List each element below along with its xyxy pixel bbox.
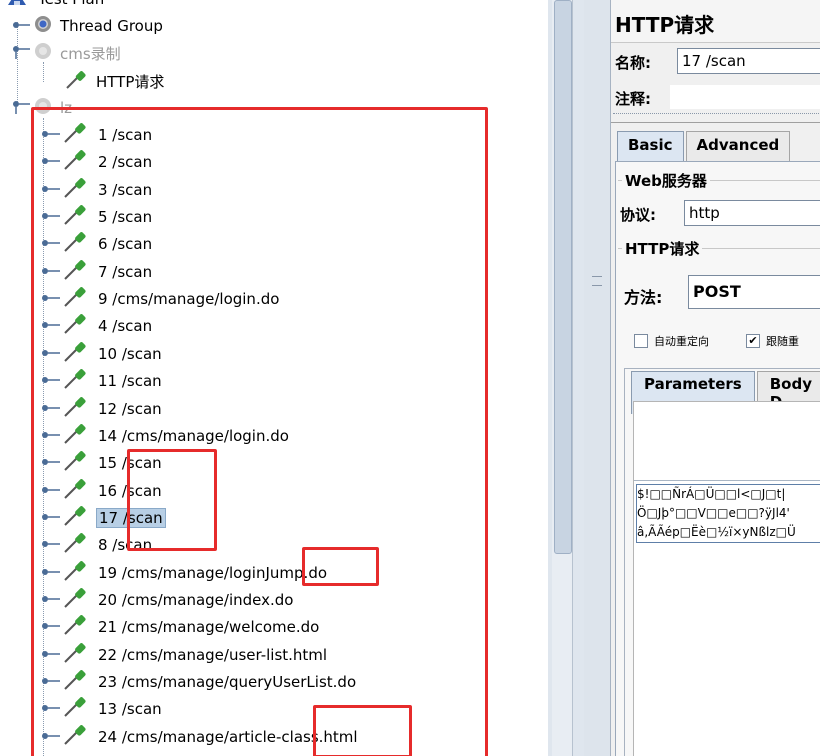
panel-header: HTTP请求 <box>611 0 820 43</box>
body-data-text[interactable]: $!□□ÑrÁ□Ü□□l<□J□t| Ö□Jþ°□□V□□e□□?ÿJl4' â… <box>636 484 820 543</box>
redirect-checkbox[interactable] <box>634 334 648 348</box>
divider-grip-icon <box>592 276 602 286</box>
highlight-box <box>31 107 488 756</box>
tree-node-thread-group[interactable]: Thread Group <box>12 15 165 37</box>
expanded-handle-icon[interactable] <box>12 43 32 63</box>
test-plan-icon <box>4 0 30 11</box>
tab-basic[interactable]: Basic <box>617 131 684 161</box>
http-request-panel: HTTP请求 名称: 17 /scan 注释: Basic Advanced W… <box>610 0 820 756</box>
tree-scrollbar-thumb[interactable] <box>554 0 572 554</box>
highlight-box <box>127 449 217 551</box>
collapse-bar[interactable] <box>613 113 820 119</box>
protocol-field[interactable]: http <box>684 200 820 226</box>
tab-advanced[interactable]: Advanced <box>685 131 791 161</box>
tree-node-label: HTTP请求 <box>96 72 165 91</box>
redirect-checkbox-row[interactable]: 自动重定向 <box>634 333 709 349</box>
body-data-area[interactable]: $!□□ÑrÁ□Ü□□l<□J□t| Ö□Jþ°□□V□□e□□?ÿJl4' â… <box>633 401 820 756</box>
highlight-box <box>302 547 379 586</box>
tree-node-recorder[interactable]: cms录制 <box>12 42 123 64</box>
disabled-gear-icon <box>32 40 58 66</box>
follow-checkbox-label: 跟随重 <box>766 335 799 348</box>
tree-node-root[interactable]: Test Plan <box>4 0 106 10</box>
divider-bar[interactable] <box>584 0 610 756</box>
comment-label: 注释: <box>615 90 651 108</box>
body-line: $!□□ÑrÁ□Ü□□l<□J□t| <box>637 487 786 501</box>
follow-checkbox-row[interactable]: ✔ 跟随重 <box>746 333 799 349</box>
config-tabs: Basic Advanced Web服务器 协议: http HTTP请求 方法… <box>611 122 820 756</box>
split-pane-divider[interactable] <box>548 0 610 756</box>
body-line: â,ÃÃép□Ëè□½ï×yNßlz□Ü <box>637 525 796 539</box>
redirect-checkbox-label: 自动重定向 <box>654 335 709 348</box>
pipette-icon <box>64 68 94 94</box>
http-request-section-label: HTTP请求 <box>622 238 703 259</box>
tree-node-label: Thread Group <box>60 17 163 35</box>
tree-node-label: cms录制 <box>60 44 121 63</box>
tree-node-recorder-http[interactable]: HTTP请求 <box>64 70 166 92</box>
parameters-tabbed-pane: Parameters Body D $!□□ÑrÁ□Ü□□l<□J□t| Ö□J… <box>624 368 820 756</box>
basic-tab-body: Web服务器 协议: http HTTP请求 方法: POST 自动重定向 ✔ … <box>615 161 820 756</box>
gear-icon <box>32 13 58 39</box>
method-select[interactable]: POST <box>688 275 820 309</box>
name-field[interactable]: 17 /scan <box>677 48 820 74</box>
highlight-box <box>313 705 412 756</box>
tree-node-label: Test Plan <box>36 0 106 8</box>
name-label: 名称: <box>615 54 651 72</box>
body-line: Ö□Jþ°□□V□□e□□?ÿJl4' <box>637 506 790 520</box>
web-server-section-label: Web服务器 <box>622 170 710 191</box>
tab-strip: Basic Advanced <box>617 131 791 161</box>
table-header-row <box>634 450 820 481</box>
protocol-label: 协议: <box>620 206 656 224</box>
comment-field[interactable] <box>669 84 820 110</box>
collapsed-handle-icon[interactable] <box>12 17 32 35</box>
panel-title: HTTP请求 <box>615 13 715 37</box>
expanded-handle-icon[interactable] <box>12 98 32 118</box>
test-plan-tree[interactable]: Test Plan Thread Group cms录制 HTTP请求 <box>0 0 548 756</box>
method-label: 方法: <box>624 288 663 307</box>
follow-checkbox-checked-icon[interactable]: ✔ <box>746 334 760 348</box>
